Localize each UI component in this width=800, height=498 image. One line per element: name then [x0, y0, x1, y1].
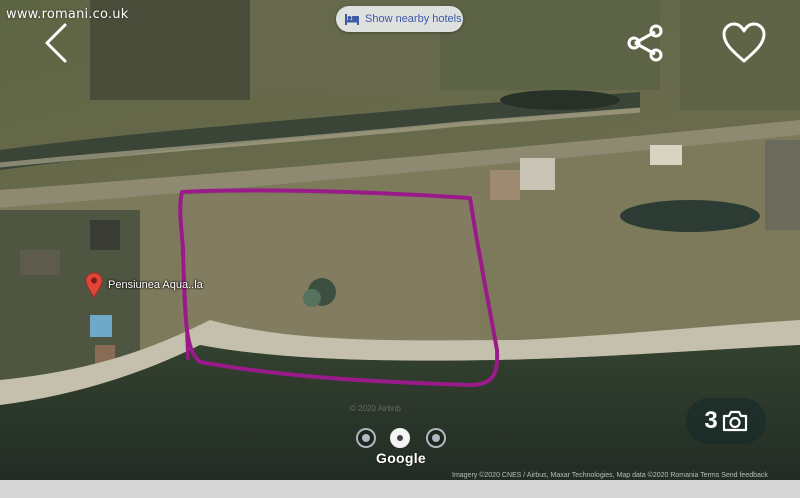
google-logo: Google: [376, 450, 427, 466]
map-attribution: Imagery ©2020 CNES / Airbus, Maxar Techn…: [452, 472, 768, 479]
bed-icon: [345, 13, 359, 25]
heart-outline-icon: [722, 22, 766, 63]
back-button[interactable]: [36, 20, 76, 66]
favorite-button[interactable]: [716, 16, 772, 70]
gallery-dot-active[interactable]: [390, 428, 410, 448]
photo-count-button[interactable]: 3: [686, 398, 766, 444]
chevron-left-icon: [45, 23, 67, 63]
share-icon: [627, 24, 663, 62]
show-nearby-hotels-button[interactable]: Show nearby hotels: [336, 6, 463, 32]
bottom-bar: [0, 480, 800, 498]
pool: [90, 315, 112, 337]
place-pin-label: Pensiunea Aqua..la: [108, 279, 203, 291]
share-button[interactable]: [620, 18, 670, 68]
camera-icon: [722, 410, 747, 432]
hotels-button-label: Show nearby hotels: [365, 13, 462, 25]
photo-count-number: 3: [704, 407, 718, 434]
gallery-dot[interactable]: [356, 428, 376, 448]
map-pin-icon[interactable]: [85, 272, 103, 298]
pond: [620, 200, 760, 232]
listing-photo-screen: www.romani.co.uk Show nearby hotels Pens…: [0, 0, 800, 498]
gallery-dot[interactable]: [426, 428, 446, 448]
faint-watermark: © 2020 Airbnb: [350, 404, 401, 413]
gallery-pagination: [356, 428, 446, 448]
